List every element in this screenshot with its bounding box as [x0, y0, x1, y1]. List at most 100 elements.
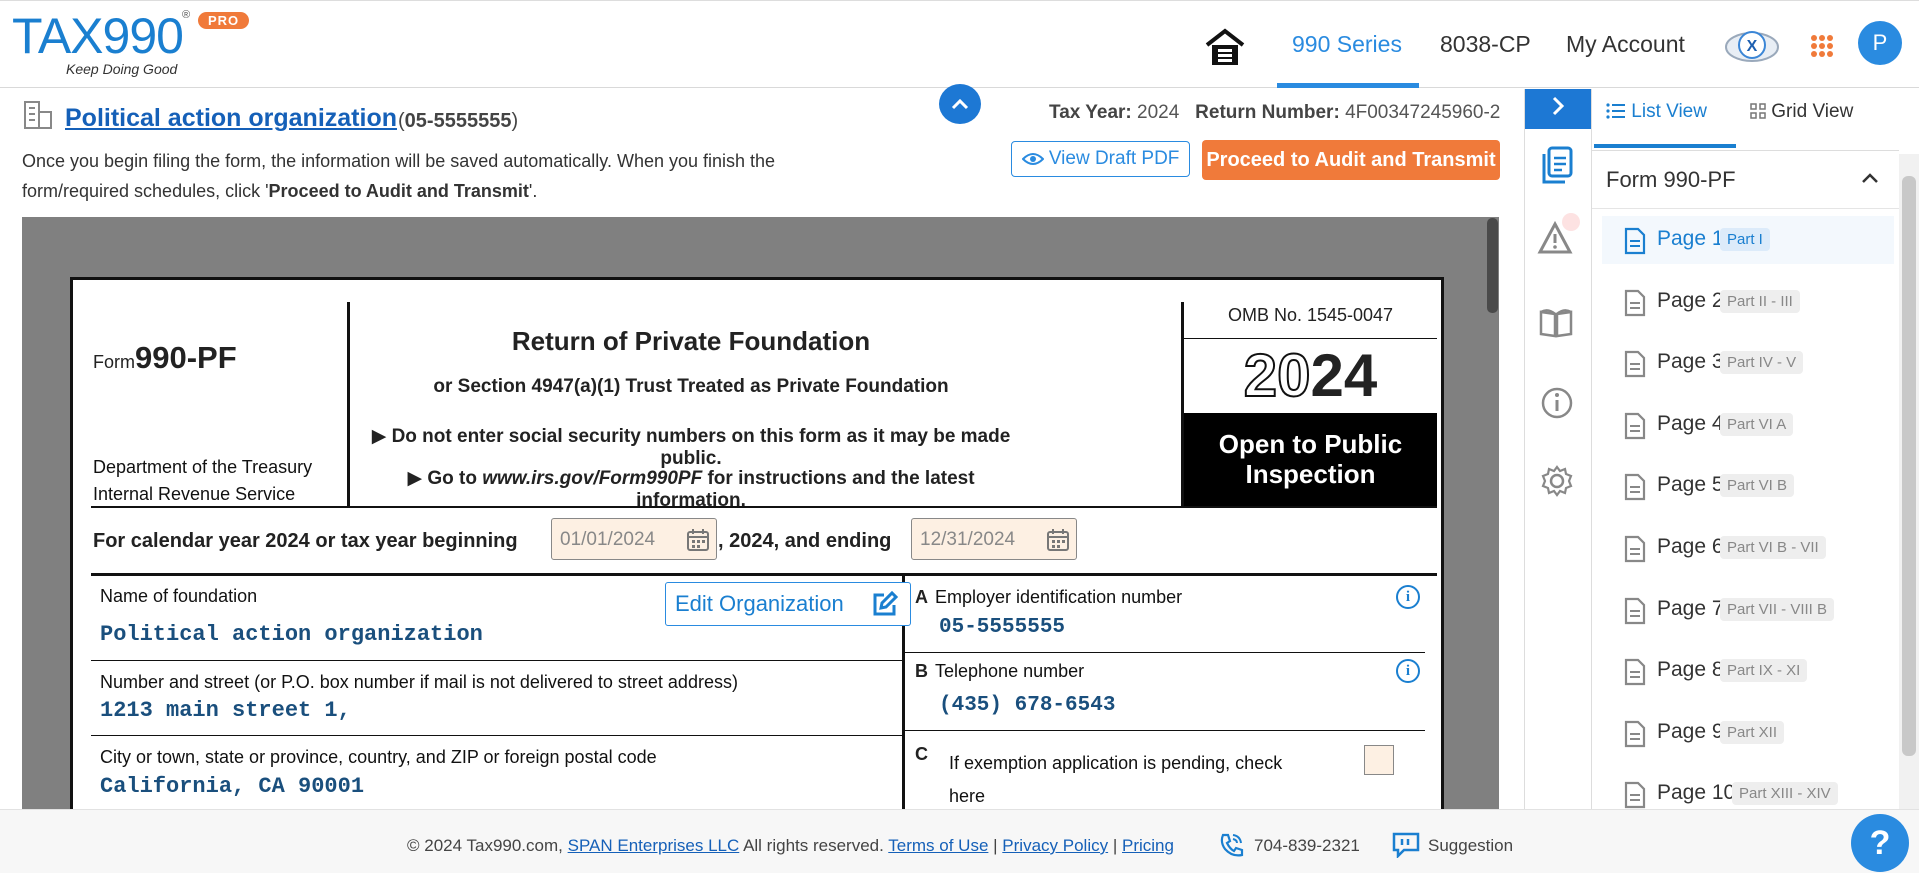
tab-grid-view[interactable]: Grid View: [1750, 101, 1853, 123]
suggestion-link[interactable]: Suggestion: [1428, 836, 1513, 856]
avatar[interactable]: P: [1858, 21, 1902, 65]
city-value[interactable]: California, CA 90001: [100, 774, 364, 799]
settings-icon[interactable]: [1540, 464, 1574, 498]
page-list-item[interactable]: Page 5 Part VI B: [1602, 462, 1894, 510]
org-name-link[interactable]: Political action organization: [65, 104, 397, 133]
privacy-policy-link[interactable]: Privacy Policy: [1002, 836, 1108, 855]
form-subtitle: or Section 4947(a)(1) Trust Treated as P…: [433, 376, 949, 397]
page-list-item[interactable]: Page 1 Part I: [1602, 216, 1894, 264]
info-icon[interactable]: [1540, 386, 1574, 420]
info-icon[interactable]: i: [1396, 585, 1420, 609]
warning-icon[interactable]: [1537, 212, 1583, 258]
street-label: Number and street (or P.O. box number if…: [100, 672, 738, 692]
form-navigation-panel: [1592, 89, 1919, 809]
foundation-name-label: Name of foundation: [100, 586, 258, 606]
tab-list-view[interactable]: List View: [1606, 101, 1707, 123]
edit-icon: [873, 591, 898, 616]
street-value[interactable]: 1213 main street 1,: [100, 698, 351, 723]
list-view-underline: [1594, 144, 1736, 148]
page-icon: [1624, 227, 1646, 255]
page-icon: [1624, 720, 1646, 747]
form-990pf-page: Form990-PF Department of the Treasury Int…: [70, 277, 1444, 809]
calendar-year-label: For calendar year 2024 or tax year begin…: [93, 530, 518, 552]
page-list-item[interactable]: Page 2 Part II - III: [1602, 278, 1894, 326]
page-name: Page 2: [1657, 288, 1724, 312]
page-icon: [1624, 597, 1646, 624]
page-name: Page 1: [1657, 227, 1724, 250]
tax-year-info: Tax Year: 2024 Return Number: 4F00347245…: [1049, 102, 1501, 123]
proceed-audit-transmit-button[interactable]: Proceed to Audit and Transmit: [1202, 140, 1500, 180]
home-icon[interactable]: [1204, 27, 1246, 67]
apps-grid-icon[interactable]: [1811, 35, 1833, 57]
page-list-item[interactable]: Page 3 Part IV - V: [1602, 339, 1894, 387]
page-name: Page 6: [1657, 535, 1724, 558]
span-enterprises-link[interactable]: SPAN Enterprises LLC: [568, 836, 740, 855]
page-icon: [1624, 289, 1646, 316]
page-icon: [1624, 412, 1646, 439]
help-button[interactable]: ?: [1851, 814, 1909, 872]
phone-icon: [1220, 833, 1244, 857]
open-to-public-badge: Open to Public Inspection: [1184, 413, 1437, 506]
grid-icon: [1750, 103, 1766, 119]
view-draft-pdf-button[interactable]: View Draft PDF: [1011, 141, 1190, 177]
page-part-badge: Part VI B - VII: [1720, 536, 1826, 559]
page-name: Page 4: [1657, 411, 1724, 435]
page-part-badge: Part XIII - XIV: [1732, 782, 1838, 806]
chevron-up-icon[interactable]: [1861, 172, 1879, 184]
and-ending-label: , 2024, and ending: [718, 530, 892, 552]
page-list-item[interactable]: Page 9 Part XII: [1602, 709, 1894, 757]
department-label: Department of the Treasury Internal Reven…: [93, 457, 313, 504]
ein-label: Employer identification number: [935, 587, 1183, 607]
nav-my-account[interactable]: My Account: [1566, 31, 1685, 58]
page-name: Page 10: [1657, 781, 1736, 805]
exemption-pending-checkbox[interactable]: [1364, 745, 1394, 775]
form-number: Form990-PF: [93, 340, 237, 375]
terms-of-use-link[interactable]: Terms of Use: [888, 836, 988, 855]
page-part-badge: Part II - III: [1720, 289, 1800, 313]
scroll-up-button[interactable]: [939, 84, 981, 124]
foundation-name-value[interactable]: Political action organization: [100, 622, 483, 647]
chevron-right-icon: [1552, 96, 1565, 116]
ssn-instruction: ▶ Do not enter social security numbers o…: [371, 426, 1011, 469]
form-scrollbar[interactable]: [1487, 218, 1498, 313]
page-list-item[interactable]: Page 8 Part IX - XI: [1602, 647, 1894, 695]
exemption-label: If exemption application is pending, che…: [949, 753, 1283, 806]
form-990pf-header[interactable]: Form 990-PF: [1606, 167, 1736, 193]
info-icon[interactable]: i: [1396, 659, 1420, 683]
tax-bandits-x-icon[interactable]: X: [1722, 21, 1782, 69]
collapse-panel-button[interactable]: [1525, 89, 1591, 129]
telephone-label: Telephone number: [935, 661, 1085, 681]
list-icon: [1606, 103, 1625, 119]
ein-value[interactable]: 05-5555555: [939, 616, 1065, 639]
calendar-icon[interactable]: [686, 528, 710, 552]
page-part-badge: Part XII: [1720, 720, 1785, 744]
calendar-icon[interactable]: [1046, 528, 1070, 552]
support-phone[interactable]: 704-839-2321: [1254, 836, 1360, 856]
form-viewer[interactable]: Form990-PF Department of the Treasury Int…: [22, 217, 1499, 809]
form-doc-icon[interactable]: [1539, 146, 1575, 186]
city-label: City or town, state or province, country…: [100, 747, 657, 767]
pro-badge: PRO: [198, 12, 250, 29]
page-list-item[interactable]: Page 7 Part VII - VIII B: [1602, 586, 1894, 634]
telephone-value[interactable]: (435) 678-6543: [939, 694, 1115, 717]
page-list-item[interactable]: Page 4 Part VI A: [1602, 401, 1894, 449]
nav-990-series[interactable]: 990 Series: [1292, 31, 1402, 58]
tax-year-large: 2024: [1243, 341, 1378, 410]
edit-organization-button[interactable]: Edit Organization: [665, 582, 911, 626]
pricing-link[interactable]: Pricing: [1122, 836, 1174, 855]
end-date-field[interactable]: 12/31/2024: [911, 518, 1077, 560]
org-ein: (05-5555555): [398, 110, 519, 132]
page-list-item[interactable]: Page 6 Part VI B - VII: [1602, 524, 1894, 572]
page-name: Page 3: [1657, 350, 1724, 374]
page-icon: [1624, 782, 1646, 809]
logo-tagline: Keep Doing Good: [66, 61, 178, 77]
page-name: Page 5: [1657, 473, 1724, 497]
nav-8038-cp[interactable]: 8038-CP: [1440, 31, 1531, 58]
logo[interactable]: TAX990: [12, 7, 184, 65]
page-part-badge: Part I: [1720, 228, 1770, 251]
begin-date-field[interactable]: 01/01/2024: [551, 518, 717, 560]
panel-scrollbar[interactable]: [1899, 154, 1919, 809]
line-b-letter: B: [915, 661, 928, 681]
book-icon[interactable]: [1538, 306, 1574, 338]
page-part-badge: Part VII - VIII B: [1720, 597, 1835, 621]
